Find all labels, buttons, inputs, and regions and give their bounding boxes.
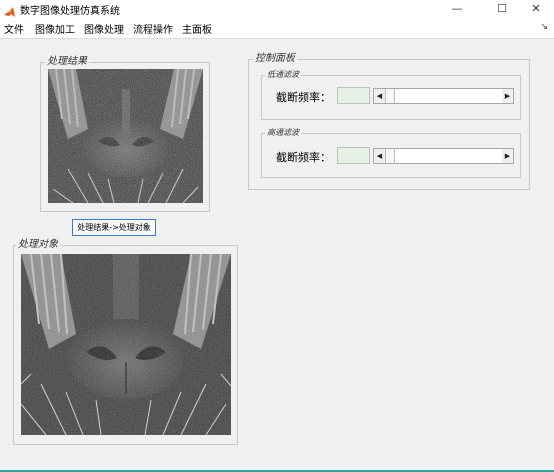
slider-thumb[interactable] [385,149,395,163]
window-title: 数字图像处理仿真系统 [20,6,120,17]
lowpass-group-title: 低通滤波 [265,69,301,81]
result-panel-title: 处理结果 [45,56,89,68]
lowpass-cutoff-slider[interactable]: ◀ ▶ [373,88,514,104]
highpass-cutoff-label: 截断频率： [276,151,331,164]
menu-main-panel[interactable]: 主面板 [182,21,212,36]
control-panel-title: 控制面板 [253,53,297,65]
lowpass-cutoff-input[interactable] [337,87,370,104]
source-image [21,254,231,435]
close-button[interactable]: ✕ [521,0,551,18]
menu-file[interactable]: 文件 [4,21,24,36]
highpass-group-title: 高通滤波 [265,127,301,139]
dock-arrow-icon[interactable]: ↘ [540,22,548,32]
highpass-cutoff-input[interactable] [337,147,370,164]
slider-left-arrow-icon[interactable]: ◀ [374,149,385,163]
menu-workflow[interactable]: 流程操作 [133,21,173,36]
slider-left-arrow-icon[interactable]: ◀ [374,89,385,103]
title-bar: 数字图像处理仿真系统 — ☐ ✕ [0,0,554,18]
slider-right-arrow-icon[interactable]: ▶ [502,89,513,103]
lowpass-cutoff-label: 截断频率： [276,91,331,104]
slider-right-arrow-icon[interactable]: ▶ [502,149,513,163]
menu-bar: 文件 图像加工 图像处理 流程操作 主面板 ↘ [0,18,554,39]
maximize-button[interactable]: ☐ [487,0,517,18]
copy-result-to-source-button[interactable]: 处理结果->处理对象 [72,219,156,236]
minimize-button[interactable]: — [442,0,472,18]
source-panel-title: 处理对象 [16,239,60,251]
slider-thumb[interactable] [385,89,395,103]
menu-image-edit[interactable]: 图像加工 [35,21,75,36]
matlab-logo-icon [4,3,15,17]
menu-image-process[interactable]: 图像处理 [84,21,124,36]
result-image [48,69,203,203]
highpass-cutoff-slider[interactable]: ◀ ▶ [373,148,514,164]
